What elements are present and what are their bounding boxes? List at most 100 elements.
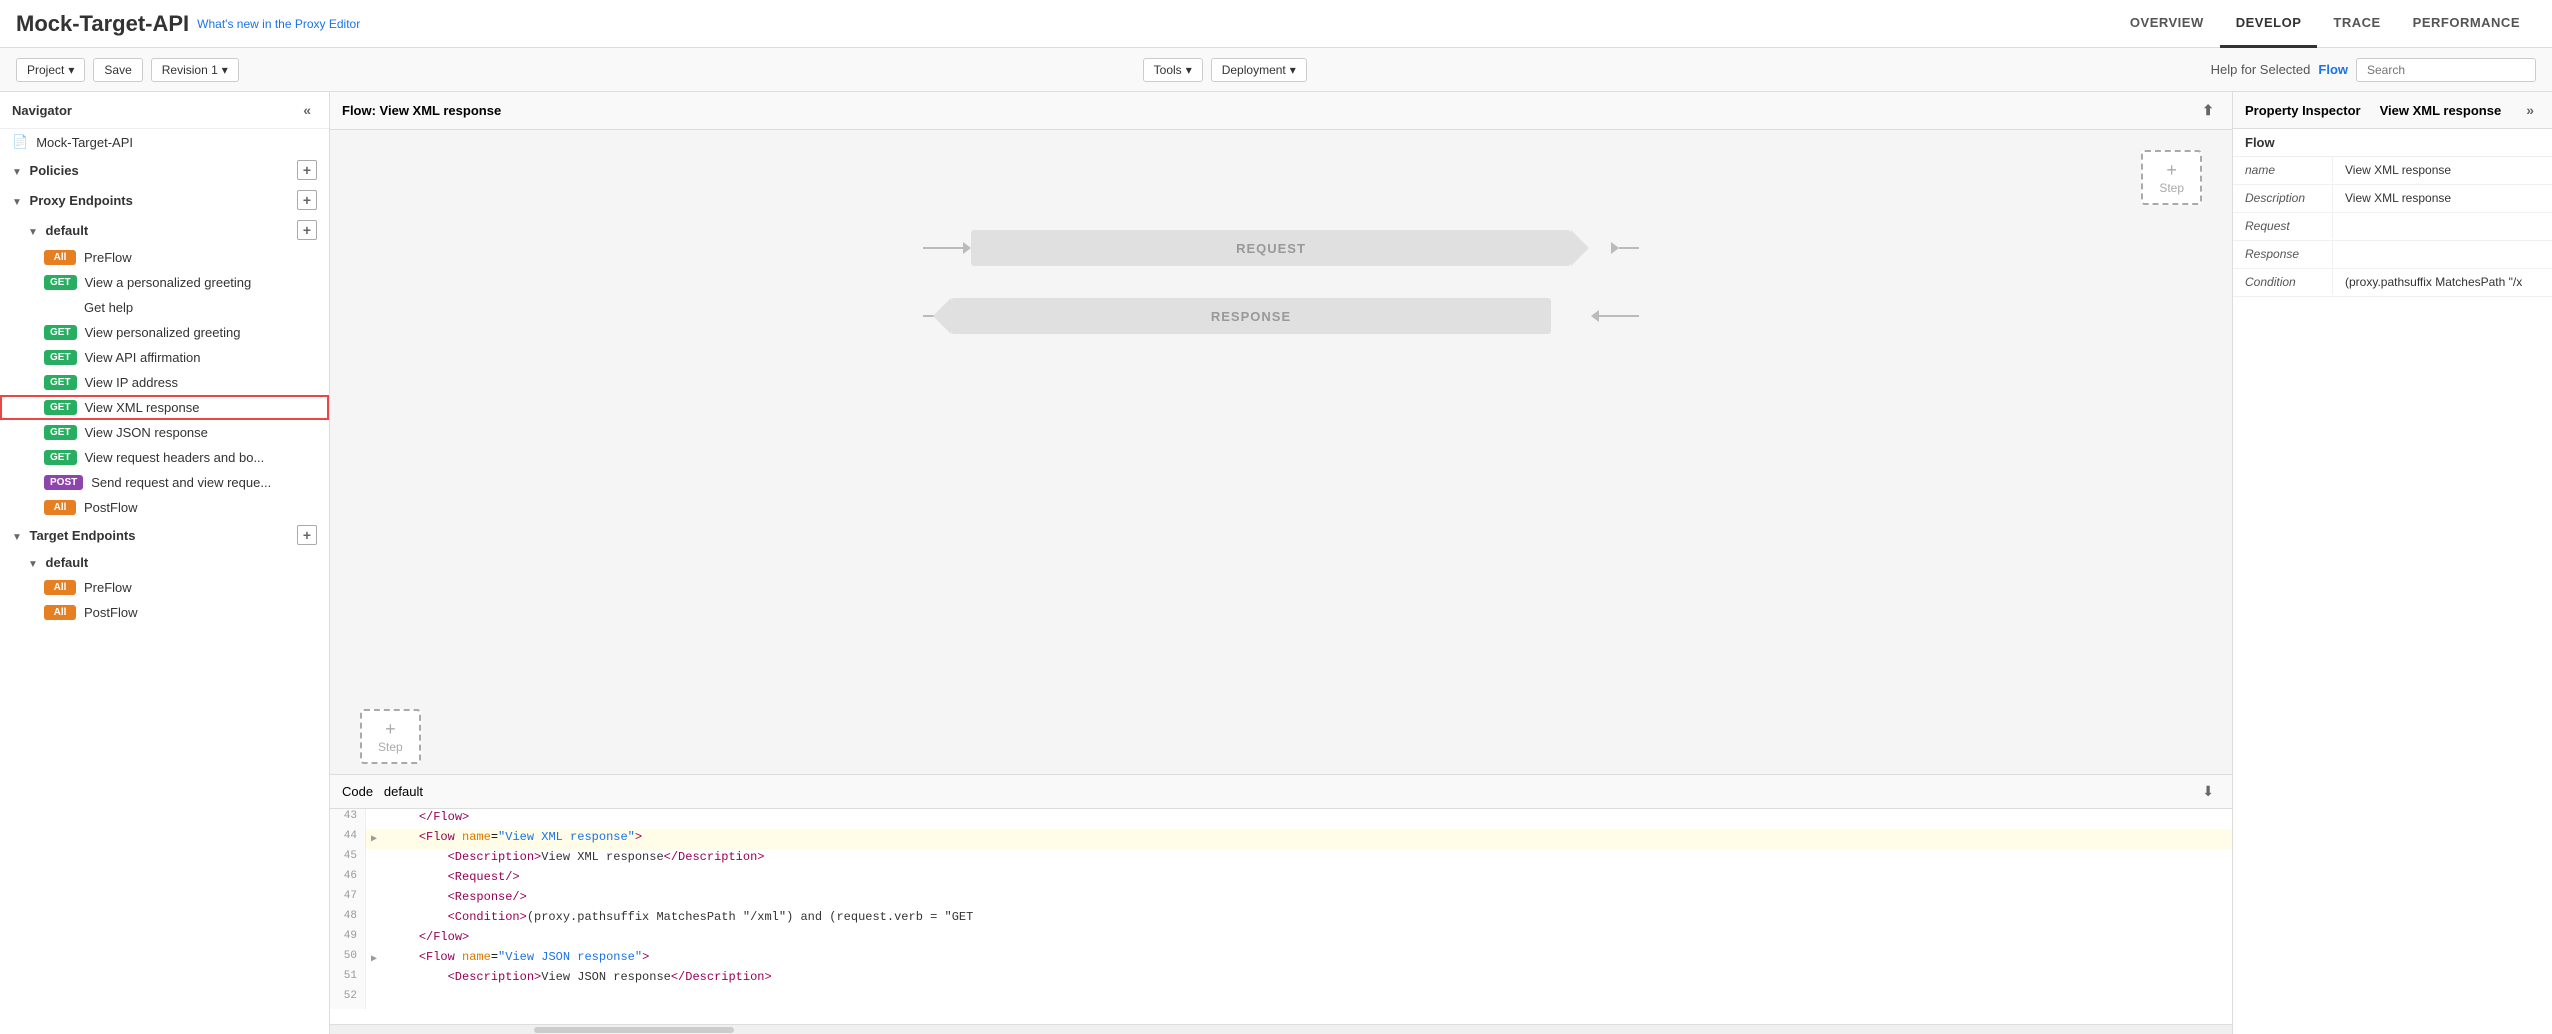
plus-icon: + [2166, 160, 2177, 181]
code-line-45: 45 <Description>View XML response</Descr… [330, 849, 2232, 869]
nav-view-personalized-greeting-v2[interactable]: GET View a personalized greeting [0, 270, 329, 295]
nav-send-request[interactable]: POST Send request and view reque... [0, 470, 329, 495]
tools-btn[interactable]: Tools ▾ [1143, 58, 1203, 82]
add-policy-btn[interactable]: + [297, 160, 317, 180]
nav-target-default[interactable]: ▼ default [0, 550, 329, 575]
nav-view-json-response[interactable]: GET View JSON response [0, 420, 329, 445]
project-btn[interactable]: Project ▾ [16, 58, 85, 82]
flow-panel-header: Flow: View XML response ⬆ [330, 92, 2232, 130]
nav-view-ip-address[interactable]: GET View IP address [0, 370, 329, 395]
code-context: default [384, 784, 423, 799]
nav-get-help[interactable]: Get help [0, 295, 329, 320]
badge-all-preflow: All [44, 250, 76, 265]
prop-label-name: name [2233, 157, 2333, 183]
add-default-btn[interactable]: + [297, 220, 317, 240]
nav-target-postflow[interactable]: All PostFlow [0, 600, 329, 625]
code-line-51: 51 <Description>View JSON response</Desc… [330, 969, 2232, 989]
collapse-arrow-target: ▼ [12, 532, 22, 543]
code-line-43: 43 </Flow> [330, 809, 2232, 829]
nav-target-preflow[interactable]: All PreFlow [0, 575, 329, 600]
code-line-46: 46 <Request/> [330, 869, 2232, 889]
prop-value-request[interactable] [2333, 213, 2552, 225]
nav-section-target[interactable]: ▼ Target Endpoints + [0, 520, 329, 550]
top-nav: OVERVIEW DEVELOP TRACE PERFORMANCE [2114, 0, 2536, 48]
main-layout: Navigator « 📄 Mock-Target-API ▼ Policies… [0, 92, 2552, 1034]
nav-default-section[interactable]: ▼ default + [0, 215, 329, 245]
property-inspector-title: Property Inspector [2245, 103, 2361, 118]
response-bar: RESPONSE [951, 298, 1551, 334]
code-panel-collapse[interactable]: ⬇ [2196, 781, 2220, 802]
collapse-arrow-target-default: ▼ [28, 559, 38, 570]
center-panel: Flow: View XML response ⬆ + Step REQUEST [330, 92, 2232, 1034]
deployment-btn[interactable]: Deployment ▾ [1211, 58, 1307, 82]
nav-root-item[interactable]: 📄 Mock-Target-API [0, 129, 329, 155]
code-scrollbar[interactable] [330, 1024, 2232, 1034]
nav-view-personalized-greeting[interactable]: GET View personalized greeting [0, 320, 329, 345]
header-left: Mock-Target-API What's new in the Proxy … [16, 11, 360, 37]
navigator-panel: Navigator « 📄 Mock-Target-API ▼ Policies… [0, 92, 330, 1034]
save-btn[interactable]: Save [93, 58, 142, 82]
nav-develop[interactable]: DEVELOP [2220, 0, 2318, 48]
add-target-btn[interactable]: + [297, 525, 317, 545]
badge-get-2: GET [44, 325, 77, 340]
nav-trace[interactable]: TRACE [2317, 0, 2396, 48]
flow-canvas: + Step REQUEST R [330, 130, 2232, 774]
nav-performance[interactable]: PERFORMANCE [2397, 0, 2536, 48]
collapse-arrow-policies: ▼ [12, 167, 22, 178]
prop-value-name[interactable]: View XML response [2333, 157, 2552, 183]
nav-view-api-affirmation[interactable]: GET View API affirmation [0, 345, 329, 370]
navigator-collapse-btn[interactable]: « [297, 100, 317, 120]
search-input[interactable] [2356, 58, 2536, 82]
toolbar-center: Tools ▾ Deployment ▾ [247, 58, 2203, 82]
request-bar: REQUEST [971, 230, 1571, 266]
property-inspector-panel: Property Inspector View XML response » F… [2232, 92, 2552, 1034]
revision-btn[interactable]: Revision 1 ▾ [151, 58, 239, 82]
nav-section-proxy[interactable]: ▼ Proxy Endpoints + [0, 185, 329, 215]
whats-new-link[interactable]: What's new in the Proxy Editor [197, 17, 360, 31]
nav-section-policies[interactable]: ▼ Policies + [0, 155, 329, 185]
code-panel: Code default ⬇ 43 </Flow> 44 ▶ [330, 774, 2232, 1034]
prop-row-description: Description View XML response [2233, 185, 2552, 213]
nav-postflow[interactable]: All PostFlow [0, 495, 329, 520]
flow-link[interactable]: Flow [2318, 62, 2348, 77]
navigator-content: 📄 Mock-Target-API ▼ Policies + ▼ Proxy E… [0, 129, 329, 1034]
response-arrow [933, 298, 951, 334]
badge-post: POST [44, 475, 83, 490]
file-icon: 📄 [12, 134, 28, 150]
property-inspector-context: View XML response [2380, 103, 2502, 118]
property-inspector-expand[interactable]: » [2520, 100, 2540, 120]
collapse-arrow-proxy: ▼ [12, 197, 22, 208]
code-line-49: 49 </Flow> [330, 929, 2232, 949]
step-box-top[interactable]: + Step [2141, 150, 2202, 205]
code-line-47: 47 <Response/> [330, 889, 2232, 909]
nav-view-xml-response[interactable]: GET View XML response [0, 395, 329, 420]
add-proxy-btn[interactable]: + [297, 190, 317, 210]
prop-label-request: Request [2233, 213, 2333, 239]
property-inspector-header: Property Inspector View XML response » [2233, 92, 2552, 129]
badge-all-postflow: All [44, 500, 76, 515]
badge-get-3: GET [44, 350, 77, 365]
step-box-bottom[interactable]: + Step [360, 709, 421, 764]
step-label-top: Step [2159, 181, 2184, 195]
prop-label-description: Description [2233, 185, 2333, 211]
scrollbar-thumb [534, 1027, 734, 1033]
prop-section-flow: Flow [2233, 129, 2552, 157]
help-selected-text: Help for Selected [2211, 62, 2311, 77]
code-line-52: 52 [330, 989, 2232, 1009]
prop-row-name: name View XML response [2233, 157, 2552, 185]
nav-overview[interactable]: OVERVIEW [2114, 0, 2220, 48]
navigator-header: Navigator « [0, 92, 329, 129]
step-label-bottom: Step [378, 740, 403, 754]
nav-view-request-headers[interactable]: GET View request headers and bo... [0, 445, 329, 470]
prop-row-response: Response [2233, 241, 2552, 269]
nav-preflow[interactable]: All PreFlow [0, 245, 329, 270]
top-header: Mock-Target-API What's new in the Proxy … [0, 0, 2552, 48]
app-title: Mock-Target-API [16, 11, 189, 37]
prop-value-response[interactable] [2333, 241, 2552, 253]
prop-row-condition: Condition (proxy.pathsuffix MatchesPath … [2233, 269, 2552, 297]
chevron-down-icon: ▾ [1186, 63, 1192, 77]
prop-value-description[interactable]: View XML response [2333, 185, 2552, 211]
flow-panel-collapse[interactable]: ⬆ [2196, 100, 2220, 121]
code-content: 43 </Flow> 44 ▶ <Flow name="View XML res… [330, 809, 2232, 1024]
prop-value-condition[interactable]: (proxy.pathsuffix MatchesPath "/x [2333, 269, 2552, 295]
